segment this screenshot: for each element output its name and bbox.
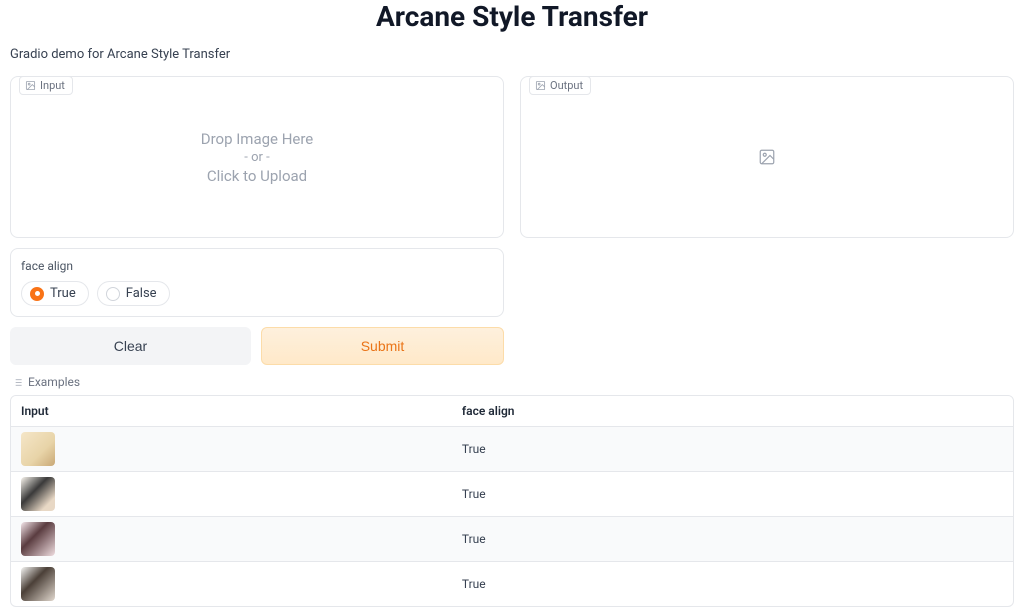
list-icon [12,377,23,388]
output-panel-label: Output [529,76,591,95]
submit-button[interactable]: Submit [261,327,504,365]
examples-label-text: Examples [28,375,80,389]
upload-or-text: - or - [244,150,269,165]
radio-circle-icon [106,287,120,301]
face-align-label: face align [21,259,493,273]
table-row[interactable]: True [11,427,1013,472]
radio-true[interactable]: True [21,281,89,306]
table-row[interactable]: True [11,517,1013,562]
image-placeholder-icon [758,148,776,166]
radio-circle-icon [30,287,44,301]
example-thumbnail [21,477,55,511]
examples-table: Input face align True True True [10,395,1014,607]
output-label-text: Output [550,79,583,92]
radio-true-label: True [50,286,76,301]
examples-header-input: Input [11,396,452,427]
example-facealign-value: True [452,427,1013,472]
examples-label: Examples [10,375,80,389]
example-facealign-value: True [452,517,1013,562]
upload-drop-text: Drop Image Here [201,130,314,148]
input-label-text: Input [40,79,65,92]
example-facealign-value: True [452,472,1013,517]
image-upload-dropzone[interactable]: Drop Image Here - or - Click to Upload [11,77,503,237]
upload-click-text: Click to Upload [207,167,307,185]
example-thumbnail [21,522,55,556]
page-description: Gradio demo for Arcane Style Transfer [10,47,1014,62]
image-icon [535,80,546,91]
clear-button[interactable]: Clear [10,327,251,365]
table-row[interactable]: True [11,472,1013,517]
example-thumbnail [21,567,55,601]
radio-false[interactable]: False [97,281,170,306]
input-panel-label: Input [19,76,73,95]
example-thumbnail [21,432,55,466]
output-image-area [521,77,1013,237]
face-align-panel: face align True False [10,248,504,317]
input-panel: Input Drop Image Here - or - Click to Up… [10,76,504,238]
examples-header-facealign: face align [452,396,1013,427]
output-panel: Output [520,76,1014,238]
page-title: Arcane Style Transfer [10,0,1014,47]
radio-false-label: False [126,286,157,301]
examples-section: Examples Input face align True True [10,375,1014,607]
image-icon [25,80,36,91]
